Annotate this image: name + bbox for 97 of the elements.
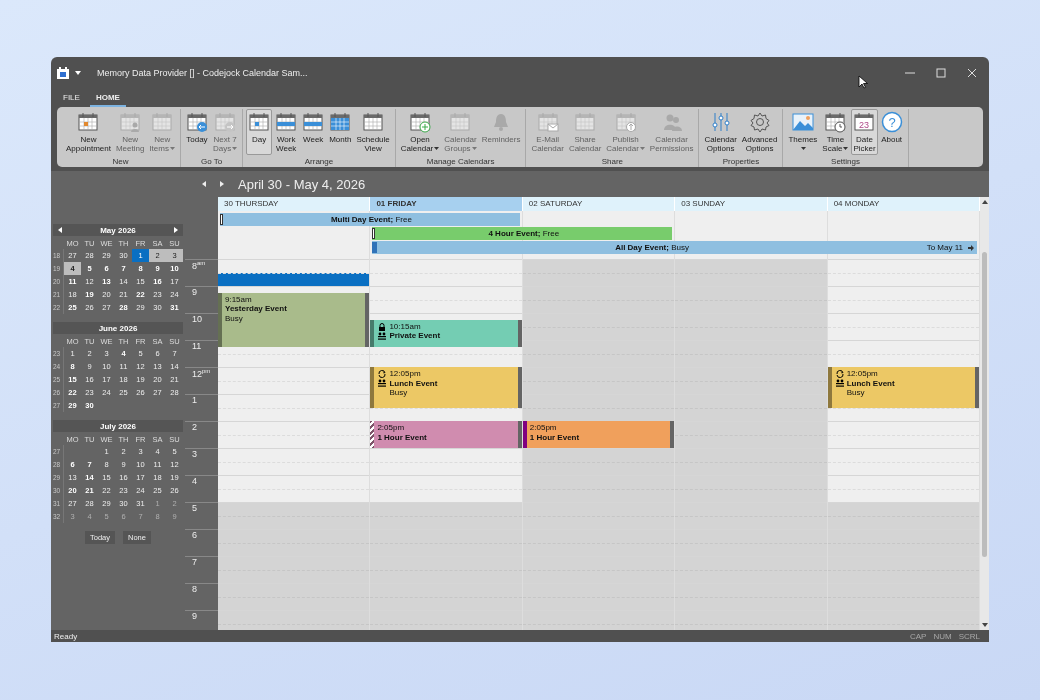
maximize-icon[interactable] (936, 67, 946, 78)
event-title: 1 Hour Event (377, 432, 427, 442)
event-title: Multi Day Event; Free (329, 215, 413, 224)
event-title: 1 Hour Event (529, 432, 580, 442)
calendar-event[interactable]: 10:15am Private Event (370, 319, 518, 347)
calendar-plus-icon (409, 111, 431, 133)
ribbon-button[interactable]: Today (183, 109, 210, 155)
calendar-icon (574, 111, 597, 133)
status-text: Ready (54, 631, 78, 641)
calendar-icon: 23 (853, 111, 876, 133)
calendar-icon (329, 111, 352, 133)
calendar-icon (151, 111, 174, 133)
event-time: 12:05pm (846, 369, 879, 379)
settings-icon (748, 111, 771, 133)
help-icon: ? (880, 111, 903, 133)
ribbon-tab[interactable]: FILE (57, 93, 86, 107)
scroll-down-icon[interactable] (981, 623, 988, 627)
calendar-event[interactable]: 12:05pm Lunch Event Busy (370, 367, 518, 408)
previous-icon[interactable] (202, 181, 206, 187)
scroll-up-icon[interactable] (981, 200, 988, 204)
scrollbar[interactable] (980, 197, 989, 630)
event-title: Lunch Event (846, 378, 895, 388)
month-title: May 2026 (100, 225, 136, 235)
all-day-event[interactable]: All Day Event; Busy To May 11 (372, 241, 977, 254)
calendar-clock-icon (824, 111, 847, 133)
calendar-person-icon (119, 111, 142, 133)
calendar-icon (275, 111, 298, 133)
landscape-icon (791, 111, 814, 133)
event-title: Private Event (389, 331, 441, 341)
calendar-icon (302, 111, 325, 133)
ribbon-group-label: Arrange (304, 156, 334, 167)
event-time: 12:05pm (389, 369, 422, 379)
ribbon-button[interactable]: Week (300, 109, 327, 155)
next-icon[interactable] (220, 181, 224, 187)
ribbon-button[interactable]: Themes (786, 109, 820, 155)
ribbon-group-label: Settings (831, 156, 860, 167)
ribbon-button[interactable]: Open Calendar (398, 109, 442, 155)
mouse-pointer-icon (858, 75, 868, 89)
calendar-icon (449, 111, 472, 133)
all-day-event[interactable]: 4 Hour Event; Free (372, 227, 673, 240)
ribbon-button[interactable]: Calendar Options (702, 109, 739, 155)
event-status: Busy (225, 313, 244, 324)
ribbon-button[interactable]: Schedule View (354, 109, 392, 155)
status-indicator: CAP (910, 631, 927, 641)
calendar-envelope-icon (536, 111, 559, 133)
day-header[interactable]: 03 SUNDAY (675, 197, 828, 211)
month-title: July 2026 (100, 421, 136, 431)
calendar-icon (248, 111, 271, 133)
previous-icon[interactable] (58, 227, 62, 233)
ribbon-button[interactable]: 23 Date Picker (851, 109, 878, 155)
close-icon[interactable] (967, 67, 977, 78)
continuation-label: To May 11 (926, 243, 963, 252)
day-header[interactable]: 02 SATURDAY (522, 197, 676, 211)
calendar-event[interactable]: 12:05pm Lunch Event Busy (827, 367, 976, 408)
app-icon[interactable] (57, 66, 69, 79)
ribbon-button[interactable]: Time Scale (820, 109, 851, 155)
calendar-event[interactable]: 2:05pm 1 Hour Event (522, 421, 671, 448)
calendar-event[interactable]: 9:15am Yesterday Event Busy (218, 292, 366, 347)
ribbon-group-label: Share (601, 156, 624, 167)
ribbon-button[interactable]: ? About (878, 109, 905, 155)
day-header[interactable]: 04 MONDAY (827, 197, 981, 211)
event-title: Yesterday Event (225, 304, 287, 314)
ribbon-button[interactable]: Day (246, 109, 273, 155)
event-status: Busy (846, 388, 866, 398)
all-day-event[interactable]: Multi Day Event; Free (220, 213, 520, 226)
event-time: 10:15am (389, 321, 422, 332)
event-title: 4 Hour Event; Free (487, 229, 561, 238)
status-indicator: SCRL (958, 631, 980, 641)
calendar-icon (77, 111, 100, 133)
calendar-event[interactable]: 2:05pm 1 Hour Event (370, 421, 518, 448)
calendar-upload-icon (614, 111, 637, 133)
event-title: Lunch Event (389, 378, 438, 388)
caret-icon[interactable] (75, 70, 81, 75)
ribbon-group-label: Go To (200, 156, 223, 167)
ribbon-button[interactable]: Month (327, 109, 354, 155)
ribbon-group-label: Manage Calendars (426, 156, 495, 167)
event-time: 2:05pm (529, 423, 558, 433)
event-time: 2:05pm (377, 423, 406, 433)
event-time: 9:15am (225, 294, 253, 305)
ribbon-group-label: Properties (722, 156, 760, 167)
scrollbar-thumb[interactable] (982, 252, 987, 557)
ribbon-button[interactable]: New Appointment (64, 109, 113, 155)
ribbon-group-label: New (112, 156, 129, 167)
sliders-icon (709, 111, 732, 133)
next-icon[interactable] (174, 227, 178, 233)
status-indicator: NUM (933, 631, 952, 641)
day-header[interactable]: 30 THURSDAY (218, 197, 371, 211)
event-status: Busy (389, 388, 409, 398)
event-title: All Day Event; Busy (614, 243, 690, 252)
ribbon-button[interactable]: Work Week (273, 109, 300, 155)
ribbon-button[interactable]: Advanced Options (739, 109, 780, 155)
calendar-icon (362, 111, 385, 133)
arrow-right-icon[interactable] (968, 244, 974, 251)
window-title: Memory Data Provider [] - Codejock Calendar Sam... (97, 67, 308, 78)
date-range-title: April 30 - May 4, 2026 (238, 176, 366, 192)
day-header[interactable]: 01 FRIDAY (370, 197, 523, 211)
month-title: June 2026 (98, 323, 138, 333)
